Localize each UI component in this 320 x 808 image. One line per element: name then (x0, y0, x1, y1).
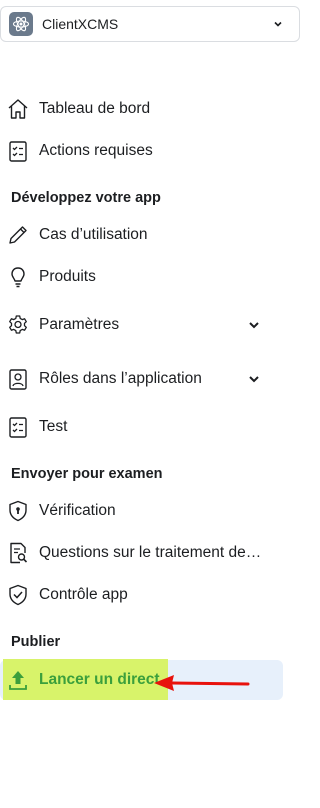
nav-item-app-review[interactable]: Contrôle app (0, 575, 286, 615)
nav-label-data-questions: Questions sur le traitement de… (39, 544, 262, 561)
home-icon (6, 97, 30, 121)
app-name: ClientXCMS (42, 16, 119, 32)
nav-label-app-review: Contrôle app (39, 586, 128, 603)
nav-item-settings[interactable]: Paramètres (0, 305, 286, 345)
nav-label-roles: Rôles dans l’application (39, 370, 202, 387)
lightbulb-icon (6, 265, 30, 289)
nav-label-dashboard: Tableau de bord (39, 100, 151, 117)
document-search-icon (6, 541, 30, 565)
react-atom-icon (9, 12, 33, 36)
section-title-develop: Développez votre app (11, 190, 161, 206)
app-selector[interactable]: ClientXCMS (0, 6, 300, 42)
nav-item-verification[interactable]: Vérification (0, 491, 286, 531)
nav-label-verification: Vérification (39, 502, 116, 519)
nav-item-test[interactable]: Test (0, 407, 286, 447)
nav-item-use-cases[interactable]: Cas d’utilisation (0, 215, 286, 255)
shield-keyhole-icon (6, 499, 30, 523)
shield-check-icon (6, 583, 30, 607)
chevron-down-icon (247, 372, 261, 386)
gear-icon (6, 313, 30, 337)
nav-item-dashboard[interactable]: Tableau de bord (0, 89, 286, 129)
person-badge-icon (6, 367, 30, 391)
nav-item-required-actions[interactable]: Actions requises (0, 131, 286, 171)
section-title-review: Envoyer pour examen (11, 466, 163, 482)
pencil-icon (6, 223, 30, 247)
checklist-icon (6, 139, 30, 163)
checklist-icon (6, 415, 30, 439)
upload-icon (6, 668, 30, 692)
nav-label-use-cases: Cas d’utilisation (39, 226, 148, 243)
nav-item-products[interactable]: Produits (0, 257, 286, 297)
annotation-arrow-icon (152, 672, 252, 694)
nav-label-products: Produits (39, 268, 96, 285)
nav-label-test: Test (39, 418, 68, 435)
nav-item-roles[interactable]: Rôles dans l’application (0, 359, 286, 399)
nav-item-data-questions[interactable]: Questions sur le traitement de… (0, 533, 286, 573)
chevron-down-icon (273, 19, 283, 29)
nav-label-required-actions: Actions requises (39, 142, 153, 159)
nav-label-go-live: Lancer un direct (39, 671, 160, 688)
chevron-down-icon (247, 318, 261, 332)
nav-label-settings: Paramètres (39, 316, 120, 333)
section-title-publish: Publier (11, 634, 61, 650)
